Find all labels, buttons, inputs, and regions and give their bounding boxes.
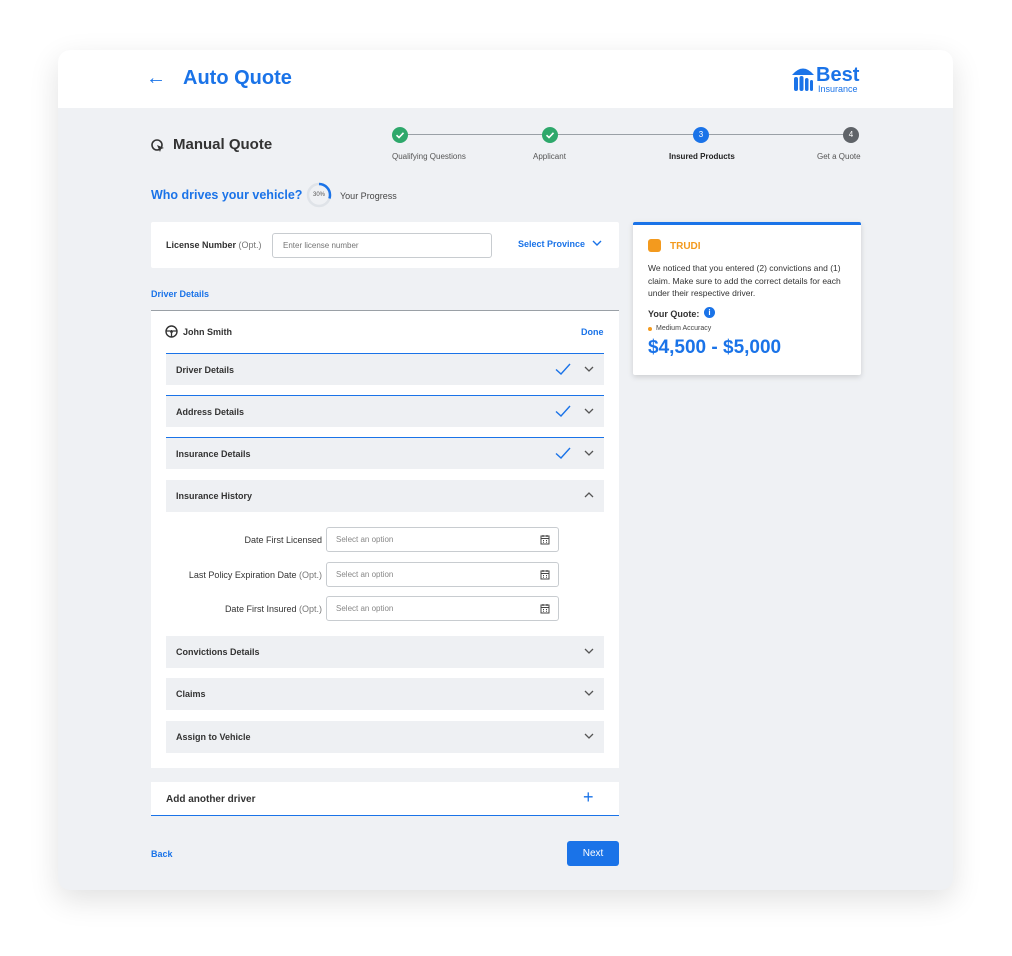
next-button[interactable]: Next — [567, 841, 619, 866]
check-icon — [555, 363, 571, 375]
cursor-click-icon — [151, 139, 164, 152]
progress-percent: 30% — [312, 192, 325, 198]
add-another-driver[interactable]: Add another driver + — [151, 782, 619, 816]
driver-card: John Smith Done Driver Details Address D… — [151, 310, 619, 768]
question-heading: Who drives your vehicle? — [151, 188, 303, 202]
plus-icon: + — [583, 787, 594, 807]
chevron-down-icon — [584, 450, 594, 456]
date-first-licensed-picker[interactable]: Select an option — [326, 527, 559, 552]
calendar-icon — [540, 535, 550, 545]
top-bar: ← Auto Quote Best Insurance — [58, 50, 953, 108]
accuracy-indicator-icon — [648, 327, 652, 331]
last-policy-expiration-picker[interactable]: Select an option — [326, 562, 559, 587]
calendar-icon — [540, 604, 550, 614]
step-insured-products: 3 — [693, 127, 709, 143]
page-title: Auto Quote — [183, 67, 292, 89]
assistant-name: TRUDI — [670, 241, 701, 252]
accordion-driver-details[interactable]: Driver Details — [166, 353, 604, 385]
field-label: Date First Licensed — [244, 535, 322, 545]
chevron-down-icon — [584, 648, 594, 654]
license-card: License Number (Opt.) Select Province — [151, 222, 619, 268]
check-icon — [555, 405, 571, 417]
field-placeholder: Select an option — [336, 604, 394, 613]
accordion-assign-to-vehicle[interactable]: Assign to Vehicle — [166, 721, 604, 753]
accordion-label: Driver Details — [176, 365, 235, 375]
chevron-down-icon — [584, 733, 594, 739]
step-get-a-quote: 4 — [843, 127, 859, 143]
step-label: Applicant — [533, 152, 566, 161]
accordion-insurance-history[interactable]: Insurance History — [166, 480, 604, 512]
step-qualifying-questions — [392, 127, 408, 143]
quote-label: Your Quote: — [648, 309, 700, 319]
step-label: Insured Products — [669, 152, 735, 161]
step-label: Get a Quote — [817, 152, 861, 161]
chevron-down-icon — [592, 240, 602, 246]
stepper-track — [400, 134, 850, 135]
trudi-assistant-card: TRUDI We noticed that you entered (2) co… — [633, 222, 861, 375]
check-icon — [395, 132, 405, 139]
chevron-down-icon — [584, 690, 594, 696]
driver-details-heading: Driver Details — [151, 289, 210, 299]
date-first-insured-picker[interactable]: Select an option — [326, 596, 559, 621]
check-icon — [555, 447, 571, 459]
app-window: ← Auto Quote Best Insurance Manual Quote… — [58, 50, 953, 890]
accordion-address-details[interactable]: Address Details — [166, 395, 604, 427]
accordion-label: Convictions Details — [176, 647, 260, 657]
accordion-label: Insurance Details — [176, 449, 251, 459]
accordion-label: Claims — [176, 689, 206, 699]
chevron-down-icon — [584, 408, 594, 414]
accordion-convictions-details[interactable]: Convictions Details — [166, 636, 604, 668]
accordion-label: Address Details — [176, 407, 245, 417]
accordion-label: Insurance History — [176, 491, 253, 501]
info-icon[interactable]: i — [704, 307, 715, 318]
section-title: Manual Quote — [173, 136, 273, 153]
logo-subtext: Insurance — [818, 84, 858, 94]
done-button[interactable]: Done — [581, 326, 604, 338]
accuracy-label: Medium Accuracy — [656, 325, 712, 332]
assistant-message: We noticed that you entered (2) convicti… — [648, 263, 841, 298]
accordion-label: Assign to Vehicle — [176, 732, 251, 742]
field-label: Date First Insured (Opt.) — [224, 604, 322, 614]
field-placeholder: Select an option — [336, 535, 394, 544]
calendar-icon — [540, 570, 550, 580]
progress-label: Your Progress — [340, 191, 397, 201]
select-province-dropdown[interactable]: Select Province — [518, 238, 602, 251]
check-icon — [545, 132, 555, 139]
add-driver-label: Add another driver — [166, 794, 256, 805]
driver-name: John Smith — [183, 327, 232, 337]
step-label: Qualifying Questions — [392, 152, 466, 161]
date-first-licensed-row: Date First Licensed Select an option — [166, 527, 604, 552]
back-arrow-icon[interactable]: ← — [146, 64, 166, 92]
accordion-claims[interactable]: Claims — [166, 678, 604, 710]
umbrella-family-icon — [792, 68, 814, 91]
accordion-insurance-details[interactable]: Insurance Details — [166, 437, 604, 469]
steering-wheel-icon — [165, 325, 178, 338]
step-applicant — [542, 127, 558, 143]
chevron-down-icon — [584, 366, 594, 372]
back-button[interactable]: Back — [151, 848, 173, 860]
logo-wordmark: Best — [816, 64, 860, 86]
best-insurance-logo: Best Insurance — [791, 62, 863, 96]
date-first-insured-row: Date First Insured (Opt.) Select an opti… — [166, 596, 604, 621]
license-number-input[interactable] — [272, 233, 492, 258]
chevron-up-icon — [584, 492, 594, 498]
field-label: Last Policy Expiration Date (Opt.) — [188, 570, 322, 580]
last-policy-expiration-row: Last Policy Expiration Date (Opt.) Selec… — [166, 562, 604, 587]
field-placeholder: Select an option — [336, 570, 394, 579]
quote-range: $4,500 - $5,000 — [648, 337, 782, 358]
trudi-bot-icon — [648, 239, 661, 252]
license-label: License Number (Opt.) — [166, 240, 262, 250]
